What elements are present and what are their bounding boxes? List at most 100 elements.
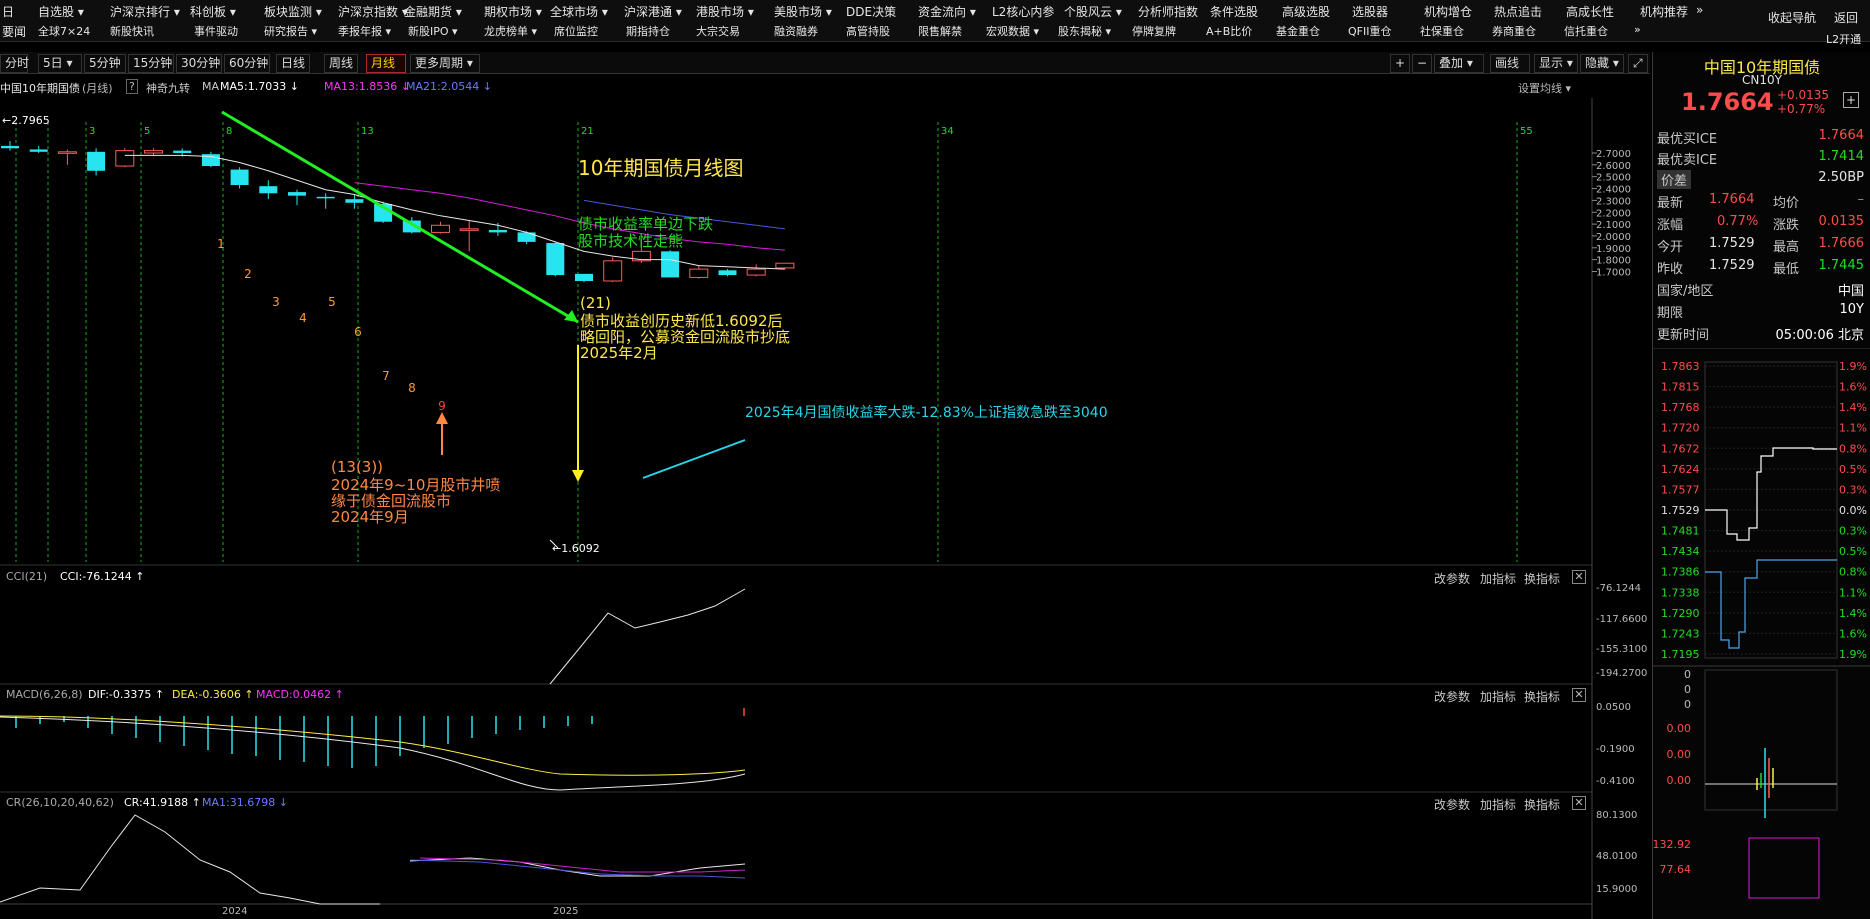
mini-axis-label: 0 (1684, 698, 1691, 711)
cr-line (0, 814, 380, 905)
nine-turn-label: 6 (354, 325, 362, 339)
label: 最高 (1773, 240, 1800, 255)
close-icon[interactable]: ✕ (1572, 688, 1586, 702)
intraday-axis-left: 1.7815 (1661, 381, 1700, 394)
y-axis-label: 1.9000 (1596, 244, 1631, 255)
latest-row: 最新 1.7664 均价 – (1657, 192, 1866, 212)
label: 昨收 (1657, 262, 1684, 277)
label: 最低 (1773, 262, 1800, 277)
candle-body (746, 268, 766, 276)
value: 0.0135 (1818, 214, 1865, 229)
macd-add-indicator-button[interactable]: 加指标 (1480, 688, 1516, 705)
ma-line (354, 182, 785, 251)
l2-open-link[interactable]: L2开通 (1826, 31, 1861, 47)
cci-axis-label: -155.3100 (1596, 644, 1647, 655)
label: 价差 (1657, 170, 1692, 189)
y-axis-label: 2.2000 (1596, 208, 1631, 219)
label: 今开 (1657, 240, 1684, 255)
menu-item[interactable]: » (1696, 3, 1703, 17)
macd-header: MACD(6,26,8) DIF:-0.3375 ↑ DEA:-0.3606 ↑… (0, 686, 1650, 704)
value: 2.50BP (1818, 170, 1864, 185)
trend-line-cyan (642, 439, 746, 479)
cci-switch-indicator-button[interactable]: 换指标 (1524, 570, 1560, 587)
intraday-axis-left: 1.7624 (1661, 463, 1700, 476)
y-axis-label: 2.0000 (1596, 232, 1631, 243)
intraday-axis-right: 1.9% (1839, 648, 1867, 661)
candle-body (87, 151, 106, 171)
intraday-axis-left: 1.7290 (1661, 607, 1700, 620)
candle-body (288, 192, 306, 196)
macd-axis-label: -0.1900 (1596, 744, 1635, 755)
term-row: 期限 10Y (1657, 302, 1866, 322)
cr-add-indicator-button[interactable]: 加指标 (1480, 796, 1516, 813)
cr-params-button[interactable]: 改参数 (1434, 796, 1470, 813)
nine-turn-label: 2 (244, 267, 252, 281)
high-price-label: ←2.7965 (2, 114, 50, 127)
value: 05:00:06 北京 (1775, 328, 1864, 343)
candle-body (546, 243, 565, 276)
cci-line (549, 588, 746, 685)
intraday-axis-right: 1.4% (1839, 607, 1867, 620)
intraday-avg-line (1705, 559, 1837, 649)
collapse-nav-button[interactable]: 收起导航 (1768, 9, 1816, 26)
cci-label: CCI(21) (6, 570, 48, 583)
pct-row: 涨幅 0.77% 涨跌 0.0135 (1657, 214, 1866, 234)
label: 期限 (1657, 306, 1684, 321)
nine-turn-label: 1 (217, 237, 225, 251)
intraday-axis-right: 0.3% (1839, 483, 1867, 496)
cr-switch-indicator-button[interactable]: 换指标 (1524, 796, 1560, 813)
macd-axis-label: -0.4100 (1596, 776, 1635, 787)
arrowhead (436, 412, 448, 424)
x-axis-label: 2024 (222, 906, 247, 917)
close-icon[interactable]: ✕ (1572, 796, 1586, 810)
quote-panel: 中国10年期国债 CN10Y 1.7664 +0.0135 +0.77% + 最… (1652, 52, 1870, 919)
close-icon[interactable]: ✕ (1572, 570, 1586, 584)
label: 最优卖ICE (1657, 153, 1718, 168)
macd-params-button[interactable]: 改参数 (1434, 688, 1470, 705)
y-axis-label: 1.7000 (1596, 268, 1631, 279)
intraday-axis-left: 1.7386 (1661, 566, 1700, 579)
y-axis-label: 2.1000 (1596, 220, 1631, 231)
quote-code: CN10Y (1742, 73, 1782, 87)
intraday-axis-left: 1.7577 (1661, 483, 1700, 496)
cci-axis-label: -194.2700 (1596, 668, 1647, 679)
macd-dea: DEA:-0.3606 ↑ (172, 688, 254, 701)
cci-add-indicator-button[interactable]: 加指标 (1480, 570, 1516, 587)
fib-label: 3 (89, 126, 95, 137)
value: 10Y (1839, 302, 1864, 317)
chart-canvas: 3 5 8 13 21 34 552.70002.60002.50002.40002.300… (0, 98, 1647, 919)
mini-box (1748, 837, 1820, 899)
prev-row: 昨收 1.7529 最低 1.7445 (1657, 258, 1866, 278)
intraday-axis-right: 1.6% (1839, 627, 1867, 640)
quote-change: +0.0135 (1777, 88, 1830, 102)
candle-body (575, 273, 593, 281)
y-axis-label: 2.7000 (1596, 149, 1631, 160)
quote-change-pct: +0.77% (1777, 102, 1826, 116)
best-buy-row: 最优买ICE 1.7664 (1657, 128, 1866, 148)
add-watchlist-icon[interactable]: + (1843, 92, 1859, 108)
cci-axis-label: -117.6600 (1596, 614, 1647, 625)
cr-label: CR(26,10,20,40,62) (6, 796, 114, 809)
back-button[interactable]: 返回 (1834, 9, 1858, 26)
nine-turn-label: 8 (408, 381, 416, 395)
fib-label: 34 (941, 126, 954, 137)
value: 0.77% (1717, 214, 1759, 229)
candle-body (230, 169, 249, 185)
macd-switch-indicator-button[interactable]: 换指标 (1524, 688, 1560, 705)
y-axis-label: 1.8000 (1596, 256, 1631, 267)
trend-arrow-green (221, 110, 579, 324)
label: 涨跌 (1773, 218, 1800, 233)
open-row: 今开 1.7529 最高 1.7666 (1657, 236, 1866, 256)
candle-body (431, 224, 450, 233)
cci-params-button[interactable]: 改参数 (1434, 570, 1470, 587)
candle-body (488, 230, 507, 233)
nine-turn-label: 4 (299, 311, 307, 325)
nine-turn-label: 7 (382, 369, 390, 383)
value: 1.7414 (1818, 149, 1865, 164)
cci-header: CCI(21) CCI:-76.1244 ↑ 改参数 加指标 换指标 ✕ (0, 568, 1650, 586)
intraday-axis-right: 0.8% (1839, 442, 1867, 455)
annotation-bond-2: 股市技术性走熊 (578, 232, 684, 250)
intraday-price-line (1705, 447, 1837, 541)
intraday-axis-right: 1.4% (1839, 401, 1867, 414)
intraday-axis-right: 0.0% (1839, 504, 1867, 517)
